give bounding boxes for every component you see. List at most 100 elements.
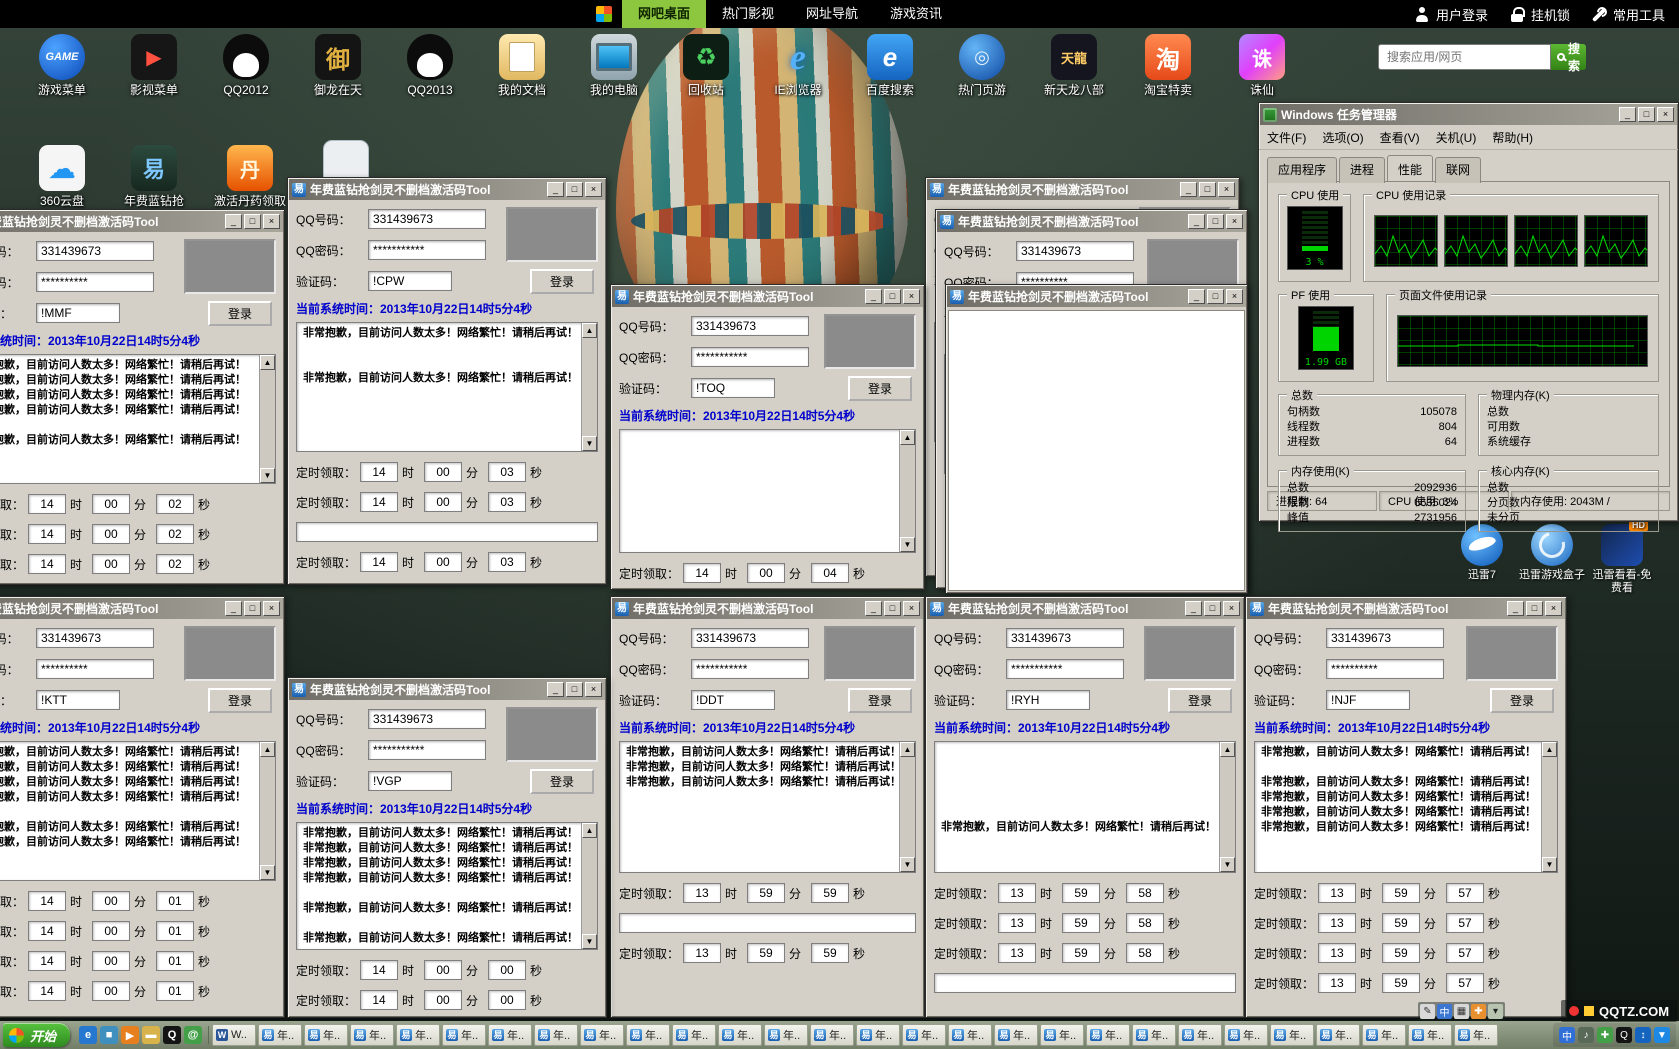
menu-item[interactable]: 帮助(H) [1492, 129, 1533, 146]
tool-window-titlebar[interactable]: 易年费蓝钻抢剑灵不删档激活码Tool_□× [927, 179, 1238, 200]
desktop-icon-qq[interactable]: QQ2013 [392, 34, 468, 97]
scrollbar[interactable]: ▲▼ [899, 430, 915, 552]
timer-hour-input[interactable]: 13 [998, 943, 1036, 963]
timer-second-input[interactable]: 58 [1126, 913, 1164, 933]
login-button[interactable]: 登录 [530, 269, 594, 294]
desktop-icon-cloud[interactable]: ☁360云盘 [24, 145, 100, 208]
maximize-button[interactable]: □ [884, 601, 901, 616]
taskbar-button[interactable]: 易年.. [488, 1024, 532, 1046]
desktop-icon-game[interactable]: GAME游戏菜单 [24, 34, 100, 97]
tab-联网[interactable]: 联网 [1435, 157, 1481, 183]
taskbar-button[interactable]: WW.. [212, 1024, 256, 1046]
qq-number-input[interactable]: 331439673 [691, 628, 809, 648]
minimize-button[interactable]: _ [547, 682, 564, 697]
scroll-down-icon[interactable]: ▼ [260, 865, 275, 880]
scroll-up-icon[interactable]: ▲ [1542, 742, 1557, 757]
tool-window-titlebar[interactable]: 易年费蓝钻抢剑灵不删档激活码Tool_□× [612, 598, 923, 619]
menu-item[interactable]: 文件(F) [1267, 129, 1306, 146]
timer-second-input[interactable]: 57 [1446, 913, 1484, 933]
topbar-action-user[interactable]: 用户登录 [1415, 5, 1488, 24]
minimize-button[interactable]: _ [1619, 107, 1636, 122]
scroll-up-icon[interactable]: ▲ [582, 823, 597, 838]
antivirus-icon[interactable]: ✚ [1597, 1027, 1613, 1043]
shortcut-icon-xlgame[interactable]: 迅雷游戏盒子 [1518, 524, 1586, 582]
network-icon[interactable]: ↕ [1635, 1027, 1651, 1043]
taskbar-button[interactable]: 易年.. [902, 1024, 946, 1046]
desktop-icon-pc[interactable]: 我的电脑 [576, 34, 652, 97]
timer-second-input[interactable]: 59 [811, 943, 849, 963]
scrollbar[interactable]: ▲▼ [259, 742, 275, 880]
timer-minute-input[interactable]: 59 [1382, 913, 1420, 933]
timer-hour-input[interactable]: 14 [360, 960, 398, 980]
media-player-icon[interactable]: ▶ [121, 1026, 139, 1044]
timer-hour-input[interactable]: 13 [1318, 943, 1356, 963]
maximize-button[interactable]: □ [1207, 214, 1224, 229]
taskbar-button[interactable]: 易年.. [258, 1024, 302, 1046]
close-button[interactable]: × [903, 601, 920, 616]
maximize-button[interactable]: □ [1638, 107, 1655, 122]
scroll-up-icon[interactable]: ▲ [900, 742, 915, 757]
desktop-icon-taobao[interactable]: 淘淘宝特卖 [1130, 34, 1206, 97]
taskbar-button[interactable]: 易年.. [1132, 1024, 1176, 1046]
timer-hour-input[interactable]: 13 [998, 883, 1036, 903]
topbar-tab[interactable]: 网吧桌面 [622, 0, 706, 28]
timer-minute-input[interactable]: 00 [747, 563, 785, 583]
timer-hour-input[interactable]: 14 [28, 524, 66, 544]
timer-hour-input[interactable]: 14 [28, 494, 66, 514]
taskbar-button[interactable]: 易年.. [350, 1024, 394, 1046]
captcha-code-input[interactable]: !TOQ [691, 378, 775, 398]
qq-number-input[interactable]: 331439673 [36, 241, 154, 261]
maximize-button[interactable]: □ [1204, 601, 1221, 616]
close-button[interactable]: × [263, 214, 280, 229]
timer-second-input[interactable]: 00 [488, 960, 526, 980]
close-button[interactable]: × [1226, 289, 1243, 304]
taskbar-button[interactable]: 易年.. [810, 1024, 854, 1046]
timer-second-input[interactable]: 03 [488, 552, 526, 572]
timer-minute-input[interactable]: 59 [747, 943, 785, 963]
menu-item[interactable]: 查看(V) [1380, 129, 1420, 146]
search-input[interactable] [1378, 44, 1551, 70]
qq-tray-icon[interactable]: Q [1616, 1027, 1632, 1043]
timer-second-input[interactable]: 01 [156, 921, 194, 941]
scroll-down-icon[interactable]: ▼ [900, 857, 915, 872]
taskbar-button[interactable]: 易年.. [1408, 1024, 1452, 1046]
desktop-icon-tool[interactable]: 易年费蓝钻抢 [116, 145, 192, 208]
timer-minute-input[interactable]: 00 [92, 524, 130, 544]
desktop-icon-yeyou[interactable]: ◎热门页游 [944, 34, 1020, 97]
scroll-up-icon[interactable]: ▲ [260, 742, 275, 757]
tool-window-titlebar[interactable]: 易年费蓝钻抢剑灵不删档激活码Tool_□× [289, 679, 605, 700]
taskbar-button[interactable]: 易年.. [672, 1024, 716, 1046]
tool-window-titlebar[interactable]: 易年费蓝钻抢剑灵不删档激活码Tool_□× [0, 598, 283, 619]
timer-hour-input[interactable]: 14 [360, 552, 398, 572]
timer-hour-input[interactable]: 13 [998, 913, 1036, 933]
maximize-button[interactable]: □ [1207, 289, 1224, 304]
minimize-button[interactable]: _ [225, 214, 242, 229]
topbar-tab[interactable]: 热门影视 [706, 0, 790, 28]
menu-item[interactable]: 关机(U) [1436, 129, 1477, 146]
timer-hour-input[interactable]: 13 [1318, 973, 1356, 993]
login-button[interactable]: 登录 [848, 376, 912, 401]
maximize-button[interactable]: □ [244, 214, 261, 229]
qq-icon[interactable]: Q [163, 1026, 181, 1044]
tool-window-titlebar[interactable]: 易年费蓝钻抢剑灵不删档激活码Tool_□× [0, 211, 283, 232]
qq-number-input[interactable]: 331439673 [1006, 628, 1124, 648]
qq-password-input[interactable]: *********** [368, 240, 486, 260]
input-cn-icon[interactable]: 中 [1437, 1004, 1452, 1019]
tool-window-titlebar[interactable]: 易年费蓝钻抢剑灵不删档激活码Tool_□× [1247, 598, 1565, 619]
minimize-button[interactable]: _ [865, 289, 882, 304]
timer-hour-input[interactable]: 13 [683, 943, 721, 963]
captcha-code-input[interactable]: !VGP [368, 771, 452, 791]
scroll-up-icon[interactable]: ▲ [1220, 742, 1235, 757]
login-button[interactable]: 登录 [1490, 688, 1554, 713]
desktop-icon-dan[interactable]: 丹激活丹药领取 [212, 145, 288, 208]
tool-window-titlebar[interactable]: 易年费蓝钻抢剑灵不删档激活码Tool_□× [289, 179, 605, 200]
desktop-icon-recycle[interactable]: ♻回收站 [668, 34, 744, 97]
taskbar-button[interactable]: 易年.. [1362, 1024, 1406, 1046]
captcha-code-input[interactable]: !DDT [691, 690, 775, 710]
timer-hour-input[interactable]: 14 [360, 492, 398, 512]
minimize-button[interactable]: _ [225, 601, 242, 616]
timer-hour-input[interactable]: 14 [28, 981, 66, 1001]
captcha-code-input[interactable]: !RYH [1006, 690, 1090, 710]
keyboard-icon[interactable]: ▦ [1454, 1004, 1469, 1019]
timer-second-input[interactable]: 57 [1446, 973, 1484, 993]
